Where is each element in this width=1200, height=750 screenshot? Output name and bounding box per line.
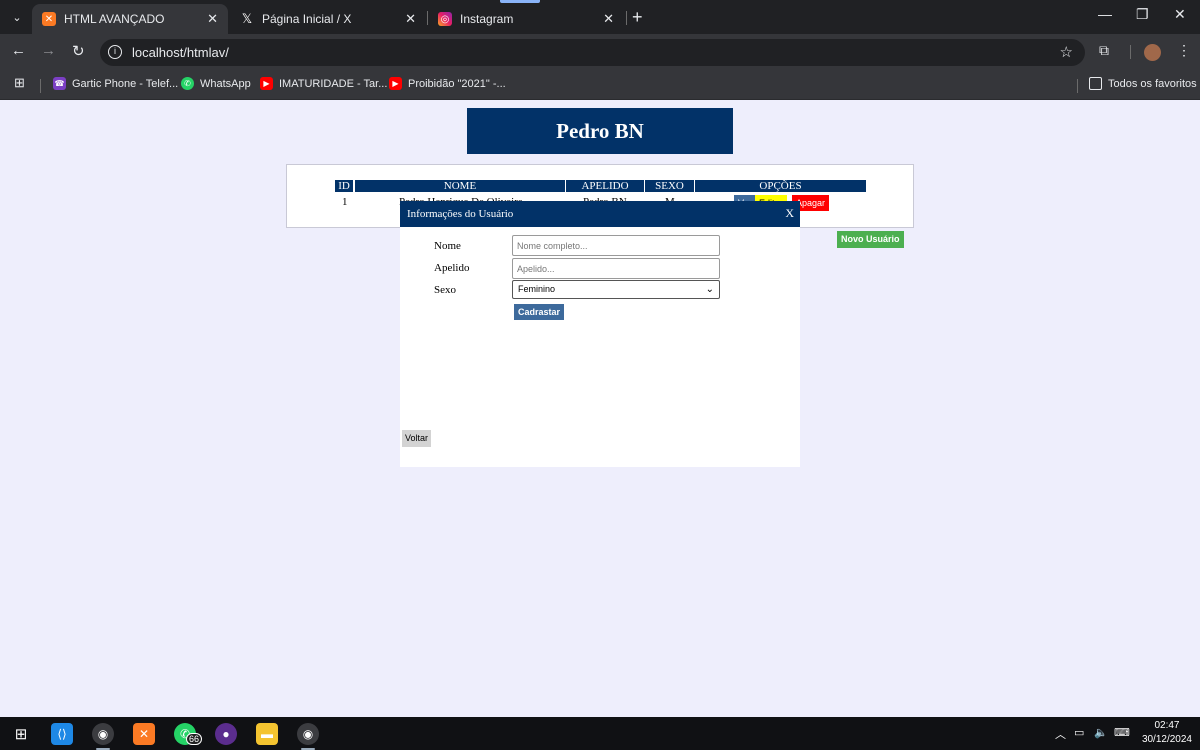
- tab-drag-indicator: [500, 0, 540, 3]
- col-header-sexo: SEXO: [645, 180, 695, 192]
- whatsapp-badge: 66: [186, 733, 203, 745]
- youtube-icon: ▶: [260, 77, 273, 90]
- all-favorites[interactable]: Todos os favoritos: [1089, 77, 1197, 90]
- folder-icon: [1089, 77, 1102, 90]
- col-header-opcoes: OPÇÕES: [695, 180, 866, 192]
- bookmark-gartic[interactable]: ☎ Gartic Phone - Telef...: [53, 77, 178, 90]
- volume-icon[interactable]: 🔈: [1094, 726, 1108, 739]
- url-text: localhost/htmlav/: [132, 45, 229, 60]
- vscode-icon[interactable]: ⟨⟩: [51, 723, 73, 745]
- x-logo-icon: 𝕏: [241, 11, 253, 26]
- tab-instagram[interactable]: ◎ Instagram ✕: [428, 4, 624, 34]
- youtube-icon: ▶: [389, 77, 402, 90]
- address-bar[interactable]: i localhost/htmlav/ ☆: [100, 39, 1085, 66]
- register-button[interactable]: Cadrastar: [514, 304, 565, 320]
- bookmark-star-icon[interactable]: ☆: [1060, 43, 1073, 61]
- apps-grid-icon[interactable]: ⊞: [14, 75, 25, 91]
- forward-icon[interactable]: →: [41, 42, 56, 59]
- menu-dots-icon[interactable]: ⋮: [1177, 42, 1191, 59]
- col-header-nome: NOME: [355, 180, 566, 192]
- sexo-select[interactable]: Feminino ⌄: [512, 280, 720, 299]
- profile-avatar[interactable]: [1144, 44, 1161, 61]
- nome-input[interactable]: [512, 235, 720, 256]
- window-close-icon[interactable]: ✕: [1174, 6, 1186, 23]
- whatsapp-icon: ✆: [181, 77, 194, 90]
- nome-label: Nome: [434, 240, 461, 252]
- col-header-id: ID: [335, 180, 354, 192]
- tab-html-avancado[interactable]: ✕ HTML AVANÇADO ✕: [32, 4, 228, 34]
- system-clock[interactable]: 02:47 30/12/2024: [1142, 719, 1192, 747]
- windows-taskbar: ⊞ ⟨⟩ ◉ ✕ ✆ 66 ● ▬ ◉ ︿ ▭ 🔈 ⌨ 02:47 30/12/…: [0, 717, 1200, 750]
- bookmark-divider: [1077, 79, 1078, 93]
- windows-start-icon[interactable]: ⊞: [10, 723, 32, 745]
- minimize-icon[interactable]: —: [1098, 6, 1112, 22]
- reload-icon[interactable]: ↻: [72, 42, 85, 60]
- cell-id: 1: [342, 196, 348, 208]
- bookmark-whatsapp[interactable]: ✆ WhatsApp: [181, 77, 251, 90]
- apelido-label: Apelido: [434, 262, 470, 274]
- modal-close-button[interactable]: X: [785, 206, 794, 221]
- toolbar-divider: [1130, 45, 1131, 59]
- page-title: Pedro BN: [467, 108, 733, 154]
- tab-search-icon[interactable]: ⌄: [6, 6, 28, 28]
- tab-title: Instagram: [460, 12, 514, 26]
- clock-date: 30/12/2024: [1141, 734, 1192, 745]
- file-explorer-icon[interactable]: ▬: [256, 723, 278, 745]
- close-tab-icon[interactable]: ✕: [207, 11, 218, 27]
- chevron-down-icon: ⌄: [705, 284, 714, 295]
- bookmark-imaturidade[interactable]: ▶ IMATURIDADE - Tar...: [260, 77, 387, 90]
- extensions-icon[interactable]: ⧉: [1099, 42, 1109, 59]
- sexo-selected-value: Feminino: [518, 284, 556, 294]
- close-tab-icon[interactable]: ✕: [405, 11, 416, 27]
- bookmark-proibidao[interactable]: ▶ Proibidão "2021" -...: [389, 77, 506, 90]
- back-icon[interactable]: ←: [11, 42, 26, 59]
- restore-icon[interactable]: ❐: [1136, 6, 1149, 23]
- new-tab-icon[interactable]: +: [632, 7, 643, 28]
- tray-expand-icon[interactable]: ︿: [1055, 726, 1066, 742]
- bookmark-label: Proibidão "2021" -...: [408, 77, 506, 90]
- clock-time: 02:47: [1154, 720, 1180, 731]
- user-info-modal: Informações do Usuário X Nome Apelido Se…: [400, 201, 800, 467]
- tab-title: Página Inicial / X: [262, 12, 352, 26]
- bookmarks-bar: ⊞ ☎ Gartic Phone - Telef... ✆ WhatsApp ▶…: [0, 70, 1200, 100]
- instagram-icon: ◎: [438, 12, 452, 26]
- tab-divider: [626, 11, 627, 25]
- xampp-icon: ✕: [42, 12, 56, 26]
- xampp-icon[interactable]: ✕: [133, 723, 155, 745]
- close-tab-icon[interactable]: ✕: [603, 11, 614, 27]
- bookmark-divider: [40, 79, 41, 93]
- apelido-input[interactable]: [512, 258, 720, 279]
- github-icon[interactable]: ●: [215, 723, 237, 745]
- chrome-icon[interactable]: ◉: [92, 723, 114, 745]
- col-header-apelido: APELIDO: [566, 180, 645, 192]
- bookmark-label: IMATURIDADE - Tar...: [279, 77, 388, 90]
- tab-title: HTML AVANÇADO: [64, 12, 165, 26]
- network-icon[interactable]: ▭: [1074, 726, 1084, 739]
- bookmark-label: Gartic Phone - Telef...: [72, 77, 179, 90]
- chrome-profile-icon[interactable]: ◉: [297, 723, 319, 745]
- site-info-icon[interactable]: i: [108, 45, 122, 59]
- keyboard-icon[interactable]: ⌨: [1114, 726, 1130, 739]
- favorites-label: Todos os favoritos: [1108, 77, 1197, 90]
- modal-header: Informações do Usuário X: [400, 201, 800, 227]
- sexo-label: Sexo: [434, 284, 456, 296]
- gartic-icon: ☎: [53, 77, 66, 90]
- tab-pagina-inicial-x[interactable]: 𝕏 Página Inicial / X ✕: [230, 4, 426, 34]
- new-user-button[interactable]: Novo Usuário: [837, 231, 904, 248]
- browser-tab-bar: ⌄ ✕ HTML AVANÇADO ✕ 𝕏 Página Inicial / X…: [0, 0, 1200, 34]
- bookmark-label: WhatsApp: [200, 77, 251, 90]
- modal-title: Informações do Usuário: [407, 208, 514, 220]
- back-button[interactable]: Voltar: [402, 430, 432, 447]
